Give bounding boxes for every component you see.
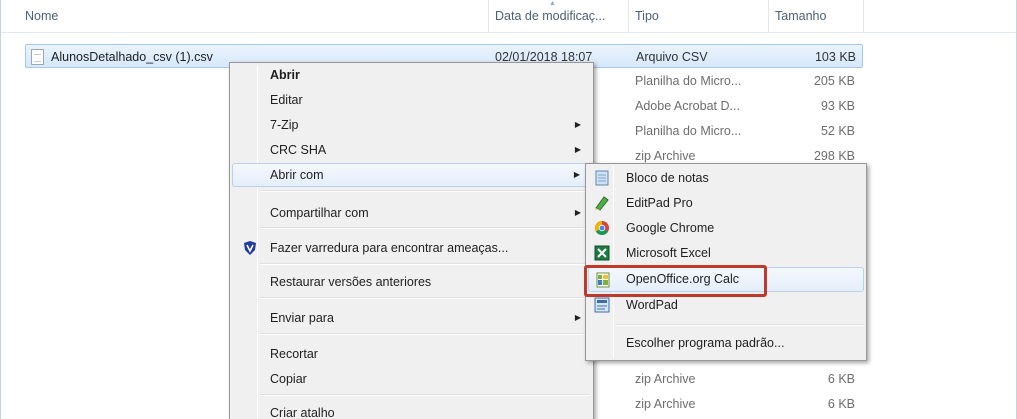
submenu-arrow-icon: ▶ xyxy=(574,145,581,154)
excel-icon xyxy=(594,245,610,261)
menu-item-label: Enviar para xyxy=(270,311,334,325)
editpad-icon xyxy=(595,196,609,211)
column-date-header[interactable]: Data de modificaç... xyxy=(489,0,629,33)
submenu-item-label: Bloco de notas xyxy=(626,171,709,185)
menu-item-crc-sha[interactable]: CRC SHA ▶ xyxy=(232,138,591,162)
menu-separator xyxy=(260,394,590,396)
submenu-item-label: EditPad Pro xyxy=(626,196,693,210)
column-size-header[interactable]: Tamanho xyxy=(769,0,864,33)
chrome-icon xyxy=(595,221,609,235)
submenu-arrow-icon: ▶ xyxy=(574,313,581,322)
file-type: zip Archive xyxy=(635,397,696,411)
submenu-item-excel[interactable]: Microsoft Excel xyxy=(588,241,864,266)
file-type: Adobe Acrobat D... xyxy=(635,99,740,113)
shield-icon xyxy=(244,241,256,255)
menu-separator xyxy=(616,324,864,326)
file-name: AlunosDetalhado_csv (1).csv xyxy=(51,50,213,64)
wordpad-icon xyxy=(594,297,610,313)
file-size: 93 KB xyxy=(820,99,855,113)
notepad-icon xyxy=(595,170,609,186)
file-type: Arquivo CSV xyxy=(636,50,708,64)
menu-item-label: 7-Zip xyxy=(270,118,299,132)
submenu-item-notepad[interactable]: Bloco de notas xyxy=(588,166,864,191)
submenu-item-chrome[interactable]: Google Chrome xyxy=(588,216,864,241)
menu-item-copy[interactable]: Copiar xyxy=(232,367,591,391)
file-type: Planilha do Micro... xyxy=(635,124,742,138)
menu-separator xyxy=(260,263,590,265)
file-type: Planilha do Micro... xyxy=(635,74,742,88)
menu-item-edit[interactable]: Editar xyxy=(232,88,591,112)
file-size: 205 KB xyxy=(813,74,855,88)
menu-separator xyxy=(260,227,590,229)
column-header: Nome ▲ Data de modificaç... Tipo Tamanho xyxy=(1,0,1016,33)
submenu-arrow-icon: ▶ xyxy=(574,120,581,129)
open-with-submenu: Bloco de notas EditPad Pro Google Chrome… xyxy=(585,163,867,361)
menu-item-label: Compartilhar com xyxy=(270,206,369,220)
menu-separator xyxy=(260,297,590,299)
menu-item-cut[interactable]: Recortar xyxy=(232,342,591,366)
submenu-arrow-icon: ▶ xyxy=(573,170,580,179)
submenu-item-label: Microsoft Excel xyxy=(626,246,711,260)
menu-item-create-shortcut[interactable]: Criar atalho xyxy=(232,401,591,419)
menu-separator xyxy=(260,190,590,192)
menu-item-label: CRC SHA xyxy=(270,143,327,157)
submenu-item-editpad[interactable]: EditPad Pro xyxy=(588,191,864,216)
menu-item-scan-threats[interactable]: Fazer varredura para encontrar ameaças..… xyxy=(232,236,591,260)
file-size: 6 KB xyxy=(827,397,855,411)
menu-item-open[interactable]: Abrir xyxy=(232,63,591,87)
submenu-arrow-icon: ▶ xyxy=(574,208,581,217)
column-name-header[interactable]: Nome xyxy=(15,0,489,33)
annotation-highlight-box xyxy=(584,265,767,297)
file-size: 52 KB xyxy=(820,124,855,138)
menu-item-restore-versions[interactable]: Restaurar versões anteriores xyxy=(232,270,591,294)
context-menu: Abrir Editar 7-Zip ▶ CRC SHA ▶ Abrir com… xyxy=(229,62,594,419)
menu-item-label: Abrir com xyxy=(270,168,324,182)
submenu-item-choose-default[interactable]: Escolher programa padrão... xyxy=(588,331,864,356)
submenu-item-label: Google Chrome xyxy=(626,221,715,235)
menu-item-label: Fazer varredura para encontrar ameaças..… xyxy=(270,241,509,255)
menu-item-7zip[interactable]: 7-Zip ▶ xyxy=(232,113,591,137)
submenu-item-label: WordPad xyxy=(626,298,678,312)
menu-item-send-to[interactable]: Enviar para ▶ xyxy=(232,306,591,330)
menu-item-open-with[interactable]: Abrir com ▶ xyxy=(232,163,591,187)
file-size: 6 KB xyxy=(827,372,855,386)
file-type: zip Archive xyxy=(635,372,696,386)
file-size: 103 KB xyxy=(814,50,856,64)
csv-file-icon xyxy=(31,49,44,65)
menu-item-share-with[interactable]: Compartilhar com ▶ xyxy=(232,201,591,225)
column-type-header[interactable]: Tipo xyxy=(629,0,769,33)
menu-separator xyxy=(260,333,590,335)
